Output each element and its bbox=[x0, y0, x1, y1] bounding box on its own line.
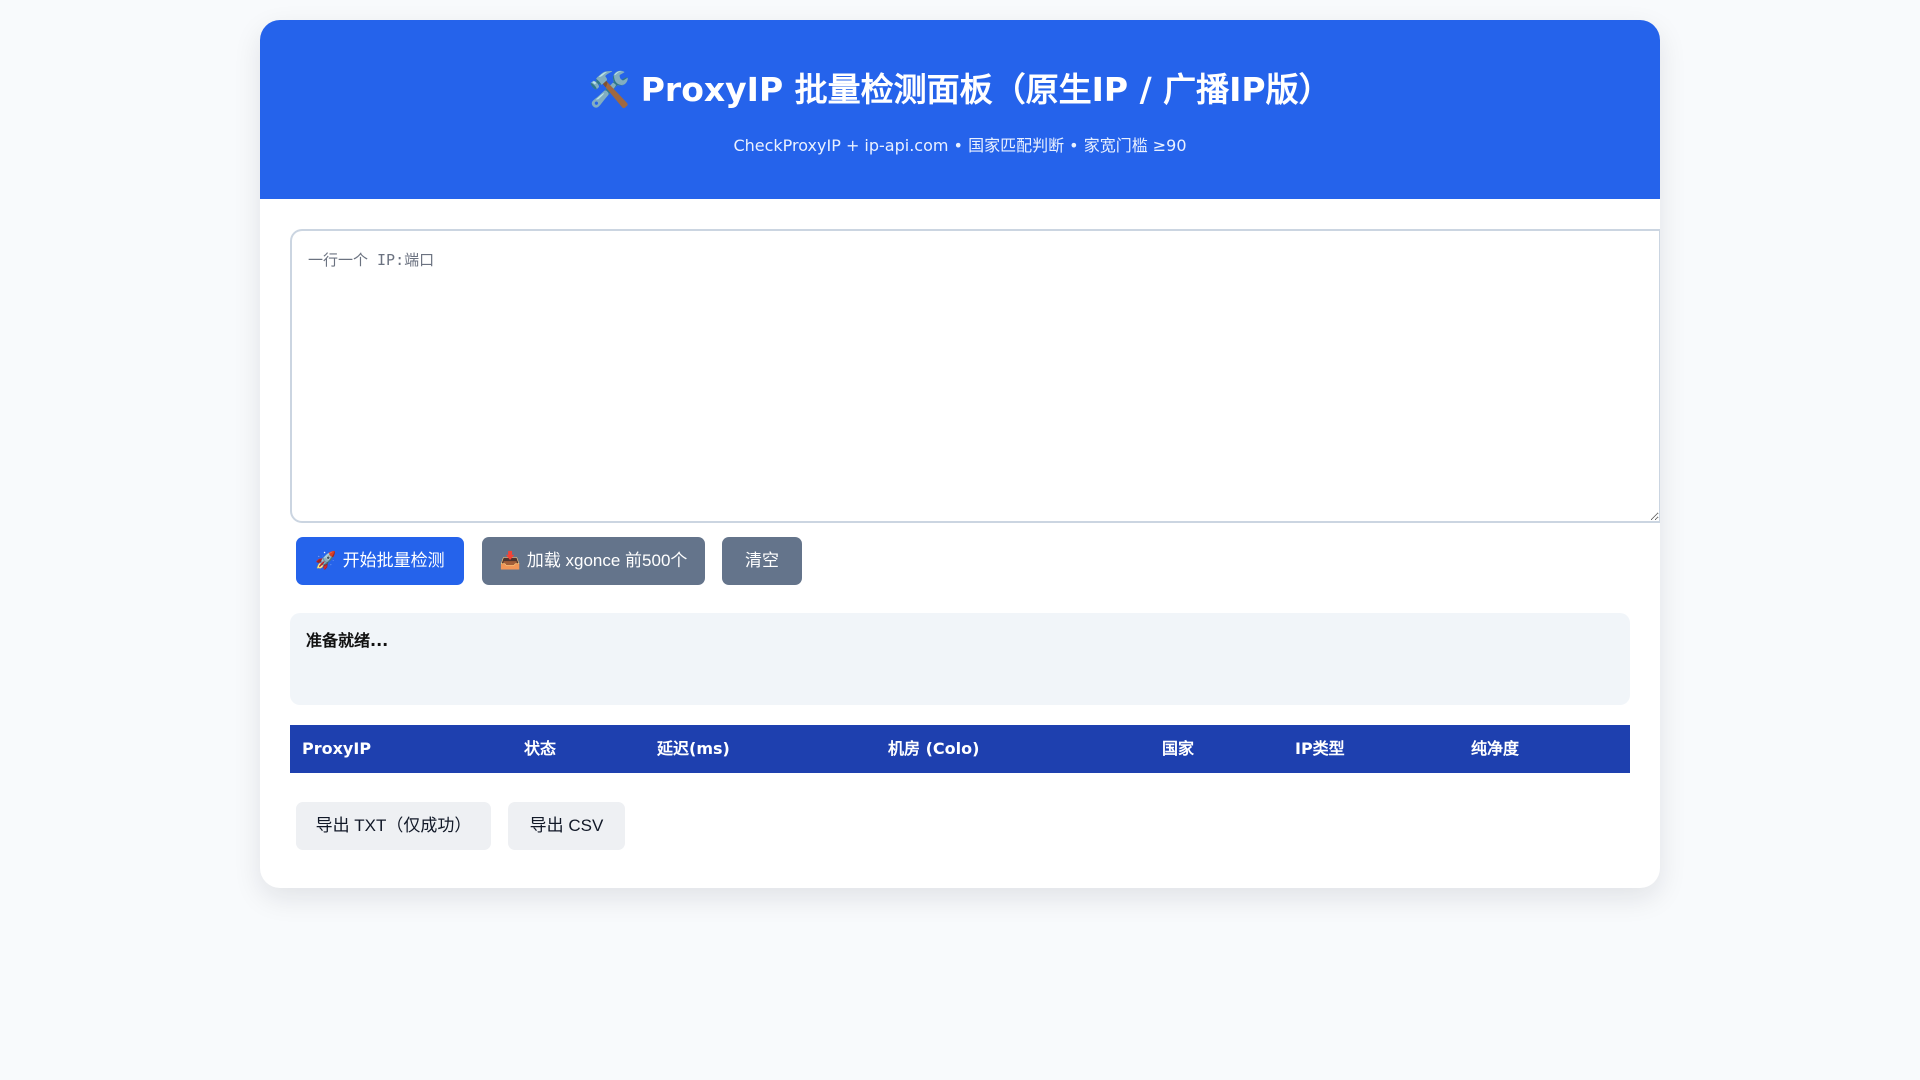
export-csv-button[interactable]: 导出 CSV bbox=[508, 802, 625, 850]
column-header-ip-type: IP类型 bbox=[1295, 739, 1345, 758]
rocket-icon: 🚀 bbox=[315, 551, 337, 570]
column-header-latency: 延迟(ms) bbox=[657, 739, 730, 758]
load-xgonce-label: 加载 xgonce 前500个 bbox=[526, 551, 688, 570]
clear-button[interactable]: 清空 bbox=[722, 537, 802, 585]
results-table-header: ProxyIP 状态 延迟(ms) 机房 (Colo) 国家 IP类型 纯净度 bbox=[290, 725, 1630, 773]
column-header-proxyip: ProxyIP bbox=[302, 739, 372, 758]
ip-list-input[interactable] bbox=[290, 229, 1660, 523]
status-text: 准备就绪... bbox=[306, 631, 389, 650]
load-xgonce-button[interactable]: 📥 加载 xgonce 前500个 bbox=[482, 537, 705, 585]
page-subtitle: CheckProxyIP + ip-api.com • 国家匹配判断 • 家宽门… bbox=[733, 136, 1187, 155]
page-title-text: ProxyIP 批量检测面板（原生IP / 广播IP版） bbox=[640, 70, 1332, 109]
panel-header: 🛠️ ProxyIP 批量检测面板（原生IP / 广播IP版） CheckProx… bbox=[260, 20, 1660, 199]
column-header-purity: 纯净度 bbox=[1471, 739, 1520, 758]
column-header-country: 国家 bbox=[1162, 739, 1195, 758]
page-title: 🛠️ ProxyIP 批量检测面板（原生IP / 广播IP版） bbox=[260, 68, 1660, 112]
panel-card: 🛠️ ProxyIP 批量检测面板（原生IP / 广播IP版） CheckProx… bbox=[260, 20, 1660, 888]
start-batch-check-button[interactable]: 🚀 开始批量检测 bbox=[296, 537, 464, 585]
column-header-status: 状态 bbox=[524, 739, 557, 758]
start-batch-check-label: 开始批量检测 bbox=[342, 551, 445, 570]
tools-icon: 🛠️ bbox=[588, 70, 631, 110]
status-panel: 准备就绪... bbox=[290, 613, 1630, 705]
export-txt-button[interactable]: 导出 TXT（仅成功） bbox=[296, 802, 491, 850]
inbox-tray-icon: 📥 bbox=[499, 551, 521, 570]
column-header-colo: 机房 (Colo) bbox=[888, 739, 980, 758]
